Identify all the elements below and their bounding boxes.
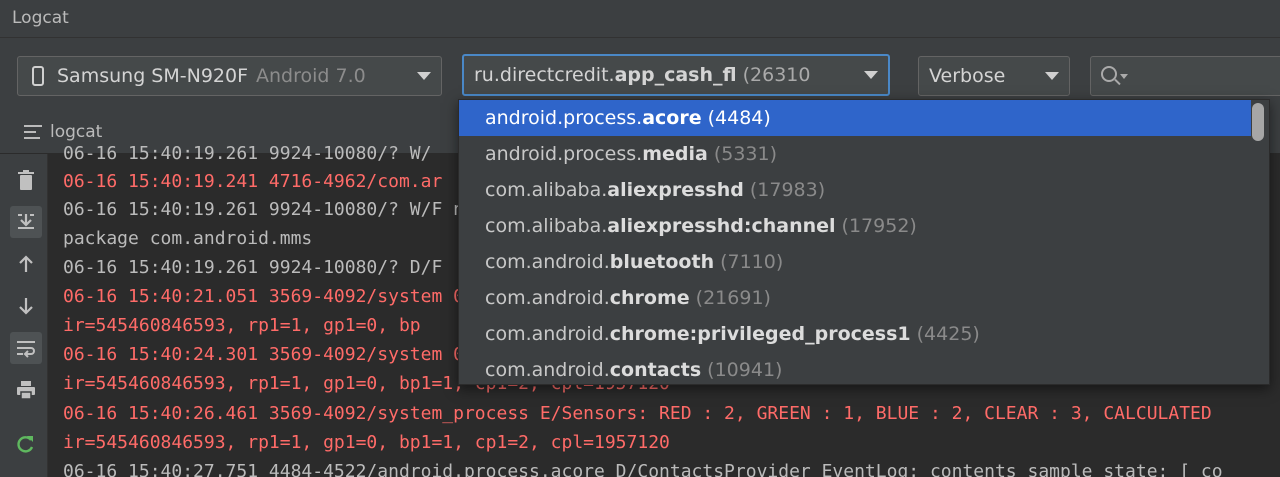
- logcat-side-toolbar: [0, 154, 48, 477]
- log-level-selector[interactable]: Verbose: [918, 56, 1070, 96]
- tab-logcat[interactable]: logcat: [24, 122, 102, 142]
- tab-label: logcat: [50, 122, 103, 142]
- log-line: 06-16 15:40:27.751 4484-4522/android.pro…: [63, 461, 1223, 477]
- process-option-name: bluetooth: [609, 251, 715, 273]
- process-option-prefix: com.android.: [485, 323, 610, 345]
- process-option-prefix: com.android.: [485, 359, 610, 381]
- process-option-pid: (17952): [841, 215, 917, 237]
- process-option-pid: (4484): [707, 107, 771, 129]
- process-option[interactable]: com.android. bluetooth (7110): [459, 244, 1251, 280]
- log-line: ir=545460846593, rp1=1, gp1=0, bp1=1, cp…: [63, 432, 670, 453]
- print-icon[interactable]: [10, 374, 42, 406]
- search-input[interactable]: [1090, 56, 1280, 96]
- process-option-pid: (5331): [713, 143, 778, 165]
- process-option-name: aliexpresshd:channel: [607, 215, 836, 237]
- process-option[interactable]: android.process. media (5331): [459, 136, 1251, 172]
- phone-icon: [32, 66, 44, 86]
- process-option-pid: (17983): [749, 179, 826, 201]
- device-selector[interactable]: Samsung SM-N920F Android 7.0: [17, 56, 442, 96]
- process-name: app_cash_fl: [614, 64, 737, 86]
- log-line: 06-16 15:40:21.051 3569-4092/system 0: [63, 286, 464, 307]
- chevron-down-icon: [417, 72, 431, 80]
- process-option-prefix: android.process.: [485, 107, 643, 129]
- process-option-pid: (4425): [916, 323, 980, 345]
- process-option-pid: (21691): [695, 287, 771, 309]
- soft-wrap-icon[interactable]: [10, 332, 42, 364]
- log-line: package com.android.mms: [63, 228, 313, 249]
- search-options-caret-icon[interactable]: [1120, 74, 1128, 79]
- log-line: 06-16 15:40:19.261 9924-10080/? D/F: [63, 257, 443, 278]
- log-line: ir=545460846593, rp1=1, gp1=0, bp: [63, 315, 421, 336]
- process-option-prefix: com.android.: [485, 251, 610, 273]
- process-option-pid: (10941): [707, 359, 783, 381]
- process-option-pid: (7110): [720, 251, 784, 273]
- down-arrow-icon[interactable]: [10, 290, 42, 322]
- process-option[interactable]: com.alibaba. aliexpresshd (17983): [459, 172, 1251, 208]
- log-level-value: Verbose: [929, 65, 1006, 87]
- process-option-prefix: com.android.: [485, 287, 610, 309]
- process-selector[interactable]: ru.directcredit. app_cash_fl (26310: [462, 54, 890, 96]
- process-option-name: contacts: [609, 359, 702, 381]
- process-prefix: ru.directcredit.: [474, 64, 615, 86]
- log-line: 06-16 15:40:24.301 3569-4092/system 0: [63, 344, 464, 365]
- dropdown-scrollbar[interactable]: [1252, 103, 1264, 141]
- process-dropdown-list[interactable]: android.process. acore (4484) android.proc…: [458, 99, 1270, 385]
- device-os: Android 7.0: [256, 65, 366, 87]
- process-option-name: chrome: [609, 287, 690, 309]
- process-option-name: acore: [642, 107, 702, 129]
- device-name: Samsung SM-N920F: [57, 65, 249, 87]
- trash-icon[interactable]: [10, 164, 42, 196]
- tool-window-title: Logcat: [12, 8, 69, 28]
- log-line: 06-16 15:40:19.261 9924-10080/? W/: [63, 146, 432, 164]
- scroll-to-end-icon[interactable]: [10, 206, 42, 238]
- up-arrow-icon[interactable]: [10, 248, 42, 280]
- process-option[interactable]: com.android. contacts (10941): [459, 352, 1251, 384]
- process-pid: (26310: [742, 64, 811, 86]
- process-option[interactable]: com.alibaba. aliexpresshd:channel (17952): [459, 208, 1251, 244]
- process-option[interactable]: android.process. acore (4484): [459, 100, 1251, 136]
- process-option[interactable]: com.android. chrome (21691): [459, 280, 1251, 316]
- process-option-name: aliexpresshd: [607, 179, 744, 201]
- chevron-down-icon: [864, 71, 878, 79]
- lines-icon: [24, 125, 42, 139]
- process-option[interactable]: com.android. chrome:privileged_process1 (4…: [459, 316, 1251, 352]
- tool-window-header: Logcat: [0, 0, 1280, 38]
- search-icon: [1101, 66, 1117, 82]
- chevron-down-icon: [1045, 72, 1059, 80]
- restart-icon[interactable]: [10, 428, 42, 460]
- log-line: 06-16 15:40:19.241 4716-4962/com.ar: [63, 171, 443, 192]
- log-line: 06-16 15:40:26.461 3569-4092/system_proc…: [63, 403, 1212, 424]
- process-option-name: chrome:privileged_process1: [609, 323, 911, 345]
- process-option-prefix: com.alibaba.: [485, 215, 608, 237]
- process-option-prefix: com.alibaba.: [485, 179, 608, 201]
- process-option-prefix: android.process.: [485, 143, 643, 165]
- log-line: 06-16 15:40:19.261 9924-10080/? W/F nm: [63, 199, 475, 220]
- process-option-name: media: [642, 143, 708, 165]
